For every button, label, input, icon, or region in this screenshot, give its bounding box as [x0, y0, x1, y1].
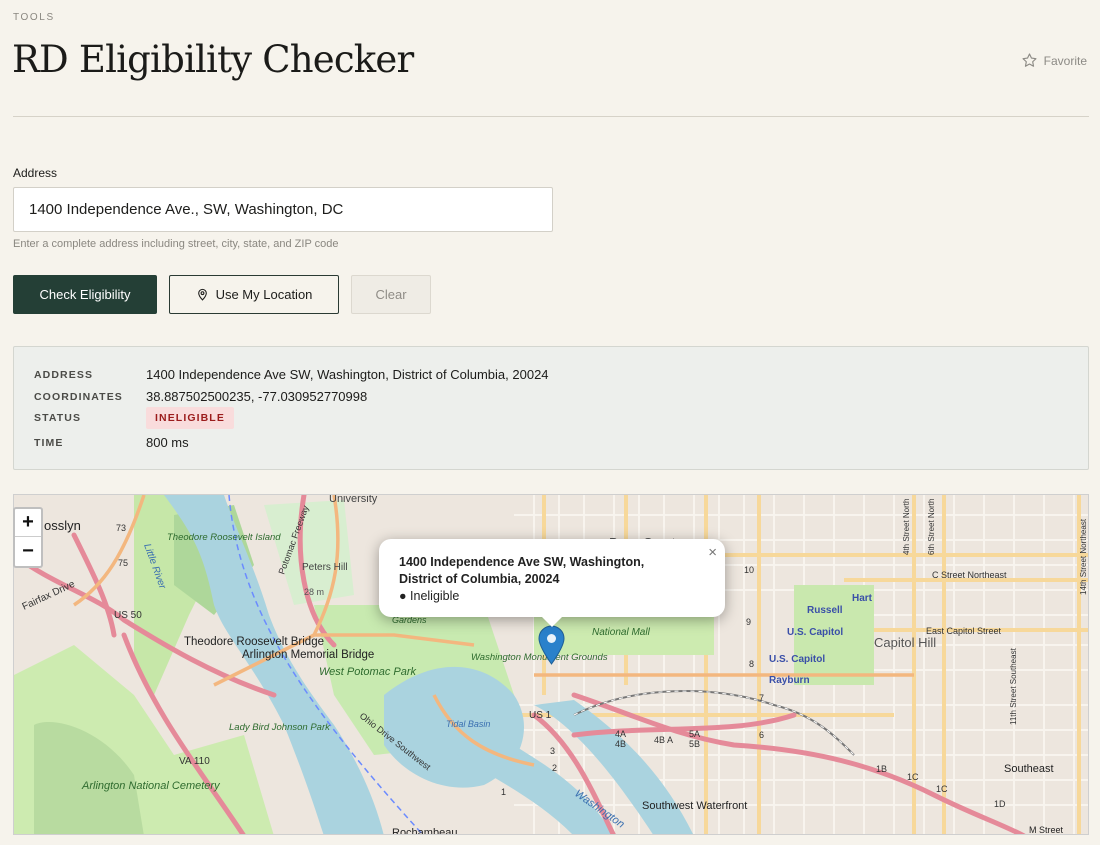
result-coordinates-row: COORDINATES 38.887502500235, -77.0309527…: [34, 389, 367, 404]
zoom-control: + −: [13, 507, 43, 568]
result-coordinates-key: COORDINATES: [34, 390, 123, 403]
use-my-location-label: Use My Location: [215, 287, 313, 302]
map-label-national-mall: National Mall: [592, 627, 651, 638]
map-label-west-potomac: West Potomac Park: [319, 666, 416, 678]
map-label-us-capitol-2: U.S. Capitol: [769, 654, 825, 665]
map-label-theodore-bridge: Theodore Roosevelt Bridge: [184, 636, 324, 648]
map-label-exit-1c: 1C: [907, 772, 919, 782]
result-address-key: ADDRESS: [34, 368, 94, 381]
popup-close-button[interactable]: ×: [708, 544, 717, 561]
map-label-hart: Hart: [852, 593, 873, 604]
map-label-9: 9: [746, 617, 751, 627]
map-label-m-street: M Street: [1029, 825, 1064, 835]
check-eligibility-button[interactable]: Check Eligibility: [13, 275, 157, 314]
result-address-row: ADDRESS 1400 Independence Ave SW, Washin…: [34, 367, 549, 382]
map-label-2: 2: [552, 763, 557, 773]
clear-button[interactable]: Clear: [351, 275, 431, 314]
map-label-rochambeau: Rochambeau: [392, 827, 457, 835]
map-label-exit-4b: 4B: [615, 739, 626, 749]
map-label-va110: VA 110: [179, 756, 210, 767]
map-label-peters-hill: Peters Hill: [302, 562, 348, 573]
location-pin-icon: [197, 288, 207, 301]
map-label-us50: US 50: [114, 610, 142, 621]
favorite-label: Favorite: [1043, 53, 1087, 68]
map-label-us-capitol-1: U.S. Capitol: [787, 627, 843, 638]
map-label-exit-4b-a: 4B A: [654, 735, 673, 745]
popup-address: 1400 Independence Ave SW, Washington, Di…: [399, 555, 645, 586]
map-label-lady-bird: Lady Bird Johnson Park: [229, 722, 331, 733]
map-label-c-street: C Street Northeast: [932, 570, 1007, 580]
status-badge: INELIGIBLE: [146, 407, 234, 429]
map-label-73: 73: [116, 523, 126, 533]
result-address-value: 1400 Independence Ave SW, Washington, Di…: [146, 367, 549, 382]
map-label-russell: Russell: [807, 605, 843, 616]
map-label-11th-southeast: 11th Street Southeast: [1009, 647, 1018, 725]
map-label-east-capitol: East Capitol Street: [926, 626, 1002, 636]
map-label-3: 3: [550, 746, 555, 756]
map-label-14th-north: 14th Street Northeast: [1079, 518, 1088, 595]
result-coordinates-value: 38.887502500235, -77.030952770998: [146, 389, 368, 404]
map-label-28m: 28 m: [304, 587, 324, 597]
popup-status: ● Ineligible: [399, 589, 460, 603]
zoom-in-button[interactable]: +: [15, 509, 41, 537]
page-title: RD Eligibility Checker: [12, 38, 414, 81]
map-label-rayburn: Rayburn: [769, 675, 810, 686]
use-my-location-button[interactable]: Use My Location: [169, 275, 339, 314]
map-label-exit-5a: 5A: [689, 729, 700, 739]
map-popup: 1400 Independence Ave SW, Washington, Di…: [379, 539, 725, 617]
map-label-arlington-cemetery: Arlington National Cemetery: [81, 780, 221, 792]
map-label-exit-1c-2: 1C: [936, 784, 948, 794]
map-label-theodore-island: Theodore Roosevelt Island: [167, 532, 281, 543]
section-eyebrow: TOOLS: [13, 12, 55, 23]
map-label-southwest-waterfront: Southwest Waterfront: [642, 800, 747, 812]
result-panel: ADDRESS 1400 Independence Ave SW, Washin…: [13, 346, 1089, 470]
map-label-rosslyn: osslyn: [44, 518, 81, 533]
map-label-10: 10: [744, 565, 754, 575]
map-label-exit-5b: 5B: [689, 739, 700, 749]
map-label-4th-north: 4th Street North: [902, 499, 911, 555]
map-label-exit-4a: 4A: [615, 729, 626, 739]
result-status-key: STATUS: [34, 412, 82, 424]
map-label-arlington-bridge: Arlington Memorial Bridge: [242, 649, 374, 661]
map-label-6th-north: 6th Street North: [927, 499, 936, 555]
map-label-7: 7: [759, 693, 764, 703]
zoom-out-button[interactable]: −: [15, 537, 41, 565]
result-time-key: TIME: [34, 436, 64, 449]
map-label-6: 6: [759, 730, 764, 740]
favorite-button[interactable]: Favorite: [1021, 52, 1087, 69]
map-label-8: 8: [749, 659, 754, 669]
map-label-tidal-basin: Tidal Basin: [446, 719, 490, 729]
result-time-row: TIME 800 ms: [34, 435, 189, 450]
map-label-capitol-hill: Capitol Hill: [874, 635, 936, 650]
map-label-university: University: [329, 495, 378, 505]
address-hint: Enter a complete address including stree…: [13, 238, 339, 250]
result-status-row: STATUS INELIGIBLE: [34, 407, 234, 429]
star-icon: [1022, 53, 1037, 67]
map-label-southeast: Southeast: [1004, 763, 1054, 775]
map-label-exit-1b: 1B: [876, 764, 887, 774]
address-label: Address: [13, 166, 58, 180]
address-input[interactable]: [13, 187, 553, 232]
map-marker-icon[interactable]: [538, 625, 565, 665]
header-divider: [13, 116, 1089, 117]
map-label-exit-1d: 1D: [994, 799, 1006, 809]
map-label-1: 1: [501, 787, 506, 797]
map-label-75: 75: [118, 558, 128, 568]
map-label-us1: US 1: [529, 710, 552, 721]
result-time-value: 800 ms: [146, 435, 189, 450]
popup-tip: [541, 616, 563, 627]
